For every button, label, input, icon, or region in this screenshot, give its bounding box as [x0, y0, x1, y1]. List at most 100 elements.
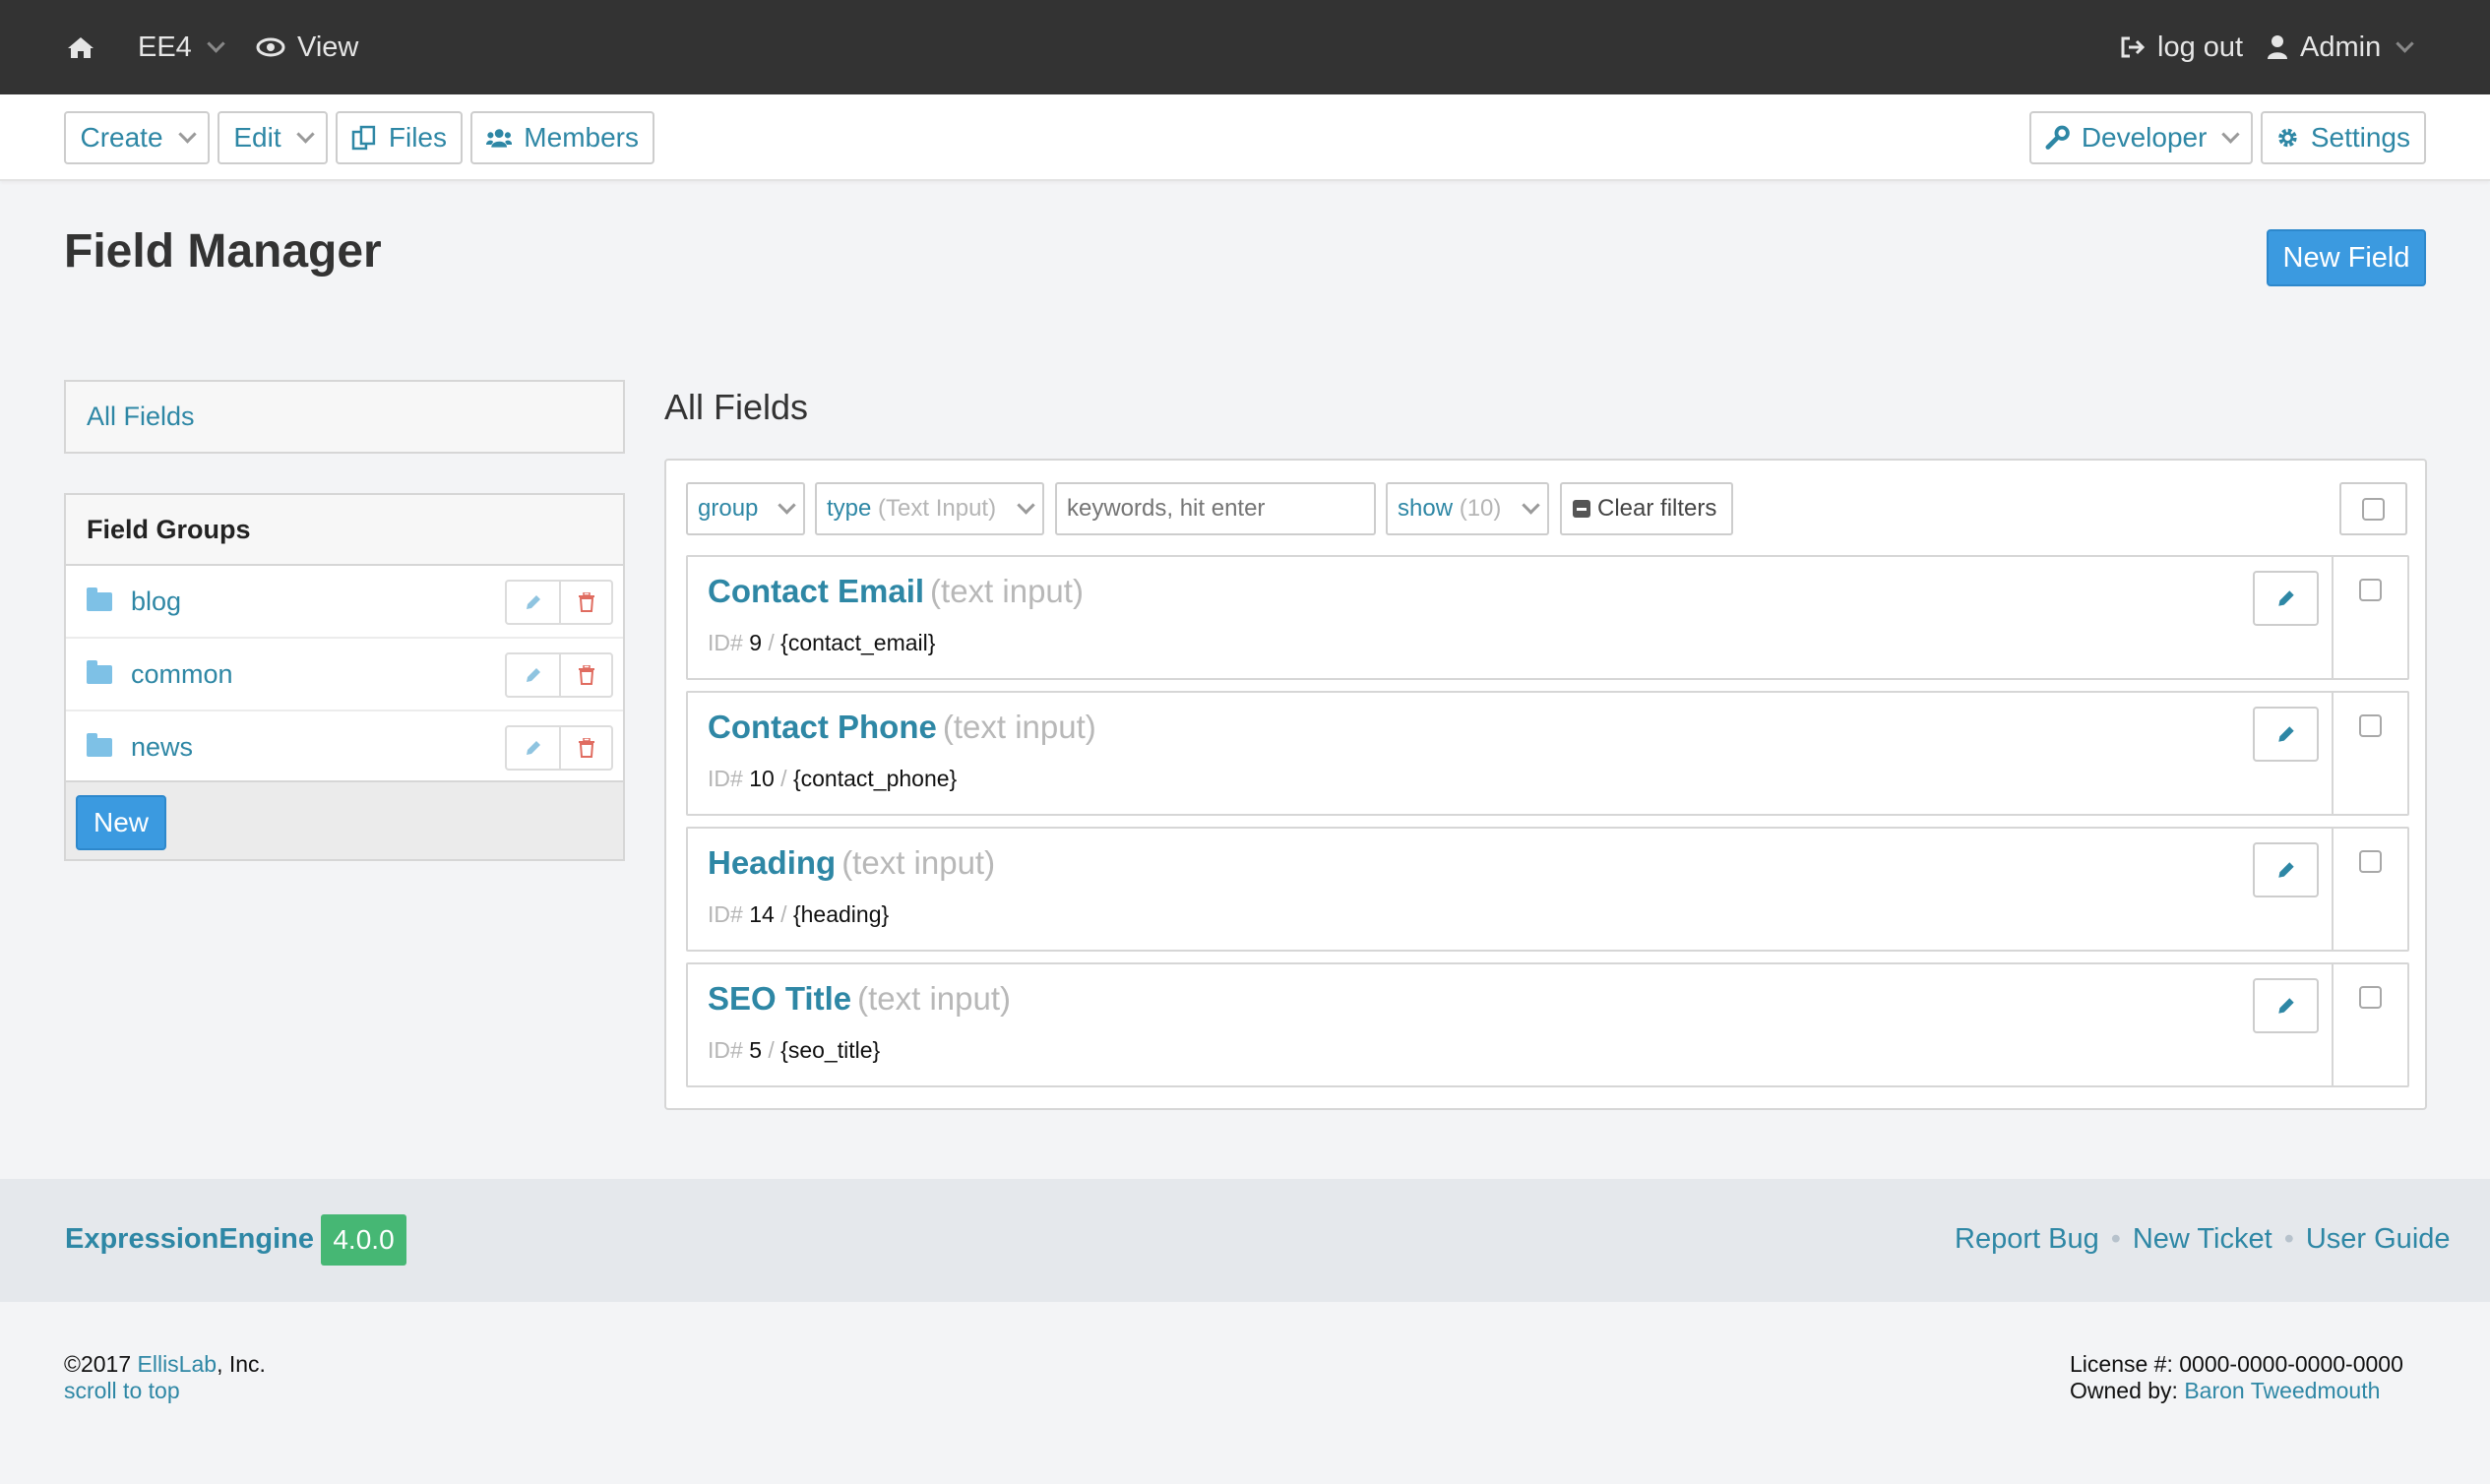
user-label: Admin — [2300, 31, 2381, 64]
logout-link[interactable]: log out — [2120, 0, 2243, 94]
group-filter[interactable]: group — [686, 482, 805, 535]
company-link[interactable]: EllisLab — [138, 1351, 218, 1377]
field-short-name: {heading} — [793, 901, 889, 927]
chevron-down-icon — [2222, 125, 2240, 143]
link-separator: • — [2111, 1223, 2121, 1256]
field-type: (text input) — [943, 709, 1096, 745]
edit-group-button[interactable] — [507, 654, 559, 696]
user-guide-link[interactable]: User Guide — [2306, 1223, 2451, 1256]
field-type: (text input) — [857, 980, 1011, 1017]
page-title: Field Manager — [64, 224, 382, 278]
scroll-to-top-link[interactable]: scroll to top — [64, 1378, 180, 1404]
field-id: 9 — [749, 630, 762, 655]
company-suffix: , Inc. — [217, 1351, 266, 1377]
field-group-link[interactable]: common — [131, 659, 233, 690]
delete-group-button[interactable] — [559, 654, 611, 696]
edit-group-button[interactable] — [507, 582, 559, 623]
top-nav-bar: EE4 View log out Admin — [0, 0, 2490, 94]
field-name-link[interactable]: Contact Phone — [708, 709, 937, 745]
field-group-link[interactable]: news — [131, 732, 193, 763]
copyright-year: ©2017 — [64, 1351, 131, 1377]
chevron-down-icon — [178, 125, 196, 143]
field-name-link[interactable]: SEO Title — [708, 980, 851, 1017]
row-checkbox[interactable] — [2359, 714, 2382, 737]
field-id: 14 — [749, 901, 775, 927]
select-all-checkbox[interactable] — [2362, 498, 2385, 521]
user-menu[interactable]: Admin — [2267, 0, 2411, 94]
folder-icon — [87, 592, 112, 611]
edit-label: Edit — [233, 122, 280, 154]
id-label: ID# — [708, 1037, 743, 1063]
id-label: ID# — [708, 630, 743, 655]
wrench-icon — [2045, 125, 2070, 151]
field-short-name: {contact_email} — [780, 630, 935, 655]
field-row: Contact Phone(text input) ID# 10 / {cont… — [686, 691, 2409, 816]
license-number: License #: 0000-0000-0000-0000 — [2070, 1351, 2403, 1378]
field-short-name: {contact_phone} — [793, 766, 957, 791]
new-group-button[interactable]: New — [76, 795, 166, 850]
settings-label: Settings — [2311, 122, 2410, 154]
owner-link[interactable]: Baron Tweedmouth — [2184, 1378, 2380, 1403]
row-select-cell — [2332, 693, 2409, 814]
row-checkbox[interactable] — [2359, 986, 2382, 1009]
edit-group-button[interactable] — [507, 727, 559, 769]
members-button[interactable]: Members — [470, 111, 654, 164]
separator: / — [768, 630, 774, 655]
home-link[interactable] — [67, 0, 94, 94]
edit-field-button[interactable] — [2253, 978, 2319, 1033]
all-fields-link[interactable]: All Fields — [87, 402, 195, 432]
delete-group-button[interactable] — [559, 582, 611, 623]
home-icon — [67, 35, 94, 59]
type-filter[interactable]: type (Text Input) — [815, 482, 1044, 535]
separator: / — [780, 901, 786, 927]
separator: / — [780, 766, 786, 791]
keyword-search-input[interactable] — [1055, 482, 1376, 535]
type-filter-value: (Text Input) — [878, 495, 996, 522]
section-heading: All Fields — [664, 387, 808, 428]
field-row: Heading(text input) ID# 14 / {heading} — [686, 827, 2409, 952]
field-groups-heading: Field Groups — [66, 495, 623, 566]
pencil-icon — [2275, 587, 2297, 609]
field-name-link[interactable]: Heading — [708, 844, 836, 881]
report-bug-link[interactable]: Report Bug — [1955, 1223, 2099, 1256]
show-filter[interactable]: show (10) — [1386, 482, 1549, 535]
product-name-link[interactable]: ExpressionEngine — [65, 1223, 314, 1256]
developer-label: Developer — [2082, 122, 2208, 154]
select-all-box — [2339, 482, 2407, 535]
edit-field-button[interactable] — [2253, 571, 2319, 626]
new-ticket-link[interactable]: New Ticket — [2133, 1223, 2272, 1256]
field-group-actions — [505, 725, 613, 771]
developer-menu-button[interactable]: Developer — [2029, 111, 2253, 164]
users-icon — [486, 126, 512, 150]
row-select-cell — [2332, 557, 2409, 678]
view-site-link[interactable]: View — [256, 0, 358, 94]
group-filter-label: group — [698, 495, 758, 523]
logout-label: log out — [2157, 31, 2243, 64]
new-field-button[interactable]: New Field — [2267, 229, 2426, 286]
edit-menu-button[interactable]: Edit — [218, 111, 328, 164]
site-switcher[interactable]: EE4 — [138, 0, 222, 94]
pencil-icon — [2275, 723, 2297, 745]
field-row: Contact Email(text input) ID# 9 / {conta… — [686, 555, 2409, 680]
members-label: Members — [524, 122, 639, 154]
create-menu-button[interactable]: Create — [64, 111, 210, 164]
row-checkbox[interactable] — [2359, 850, 2382, 873]
edit-field-button[interactable] — [2253, 842, 2319, 897]
settings-button[interactable]: Settings — [2261, 111, 2426, 164]
field-row: SEO Title(text input) ID# 5 / {seo_title… — [686, 962, 2409, 1087]
owned-by-label: Owned by: — [2070, 1378, 2178, 1403]
delete-group-button[interactable] — [559, 727, 611, 769]
id-label: ID# — [708, 766, 743, 791]
chevron-down-icon — [207, 34, 224, 52]
field-group-link[interactable]: blog — [131, 587, 181, 617]
sign-out-icon — [2120, 35, 2146, 59]
pencil-icon — [524, 592, 543, 612]
edit-field-button[interactable] — [2253, 707, 2319, 762]
field-name-link[interactable]: Contact Email — [708, 573, 924, 609]
field-type: (text input) — [841, 844, 995, 881]
clear-filters-button[interactable]: Clear filters — [1560, 482, 1733, 535]
field-id: 10 — [749, 766, 775, 791]
field-group-item: blog — [66, 566, 623, 639]
files-button[interactable]: Files — [336, 111, 463, 164]
row-checkbox[interactable] — [2359, 579, 2382, 601]
